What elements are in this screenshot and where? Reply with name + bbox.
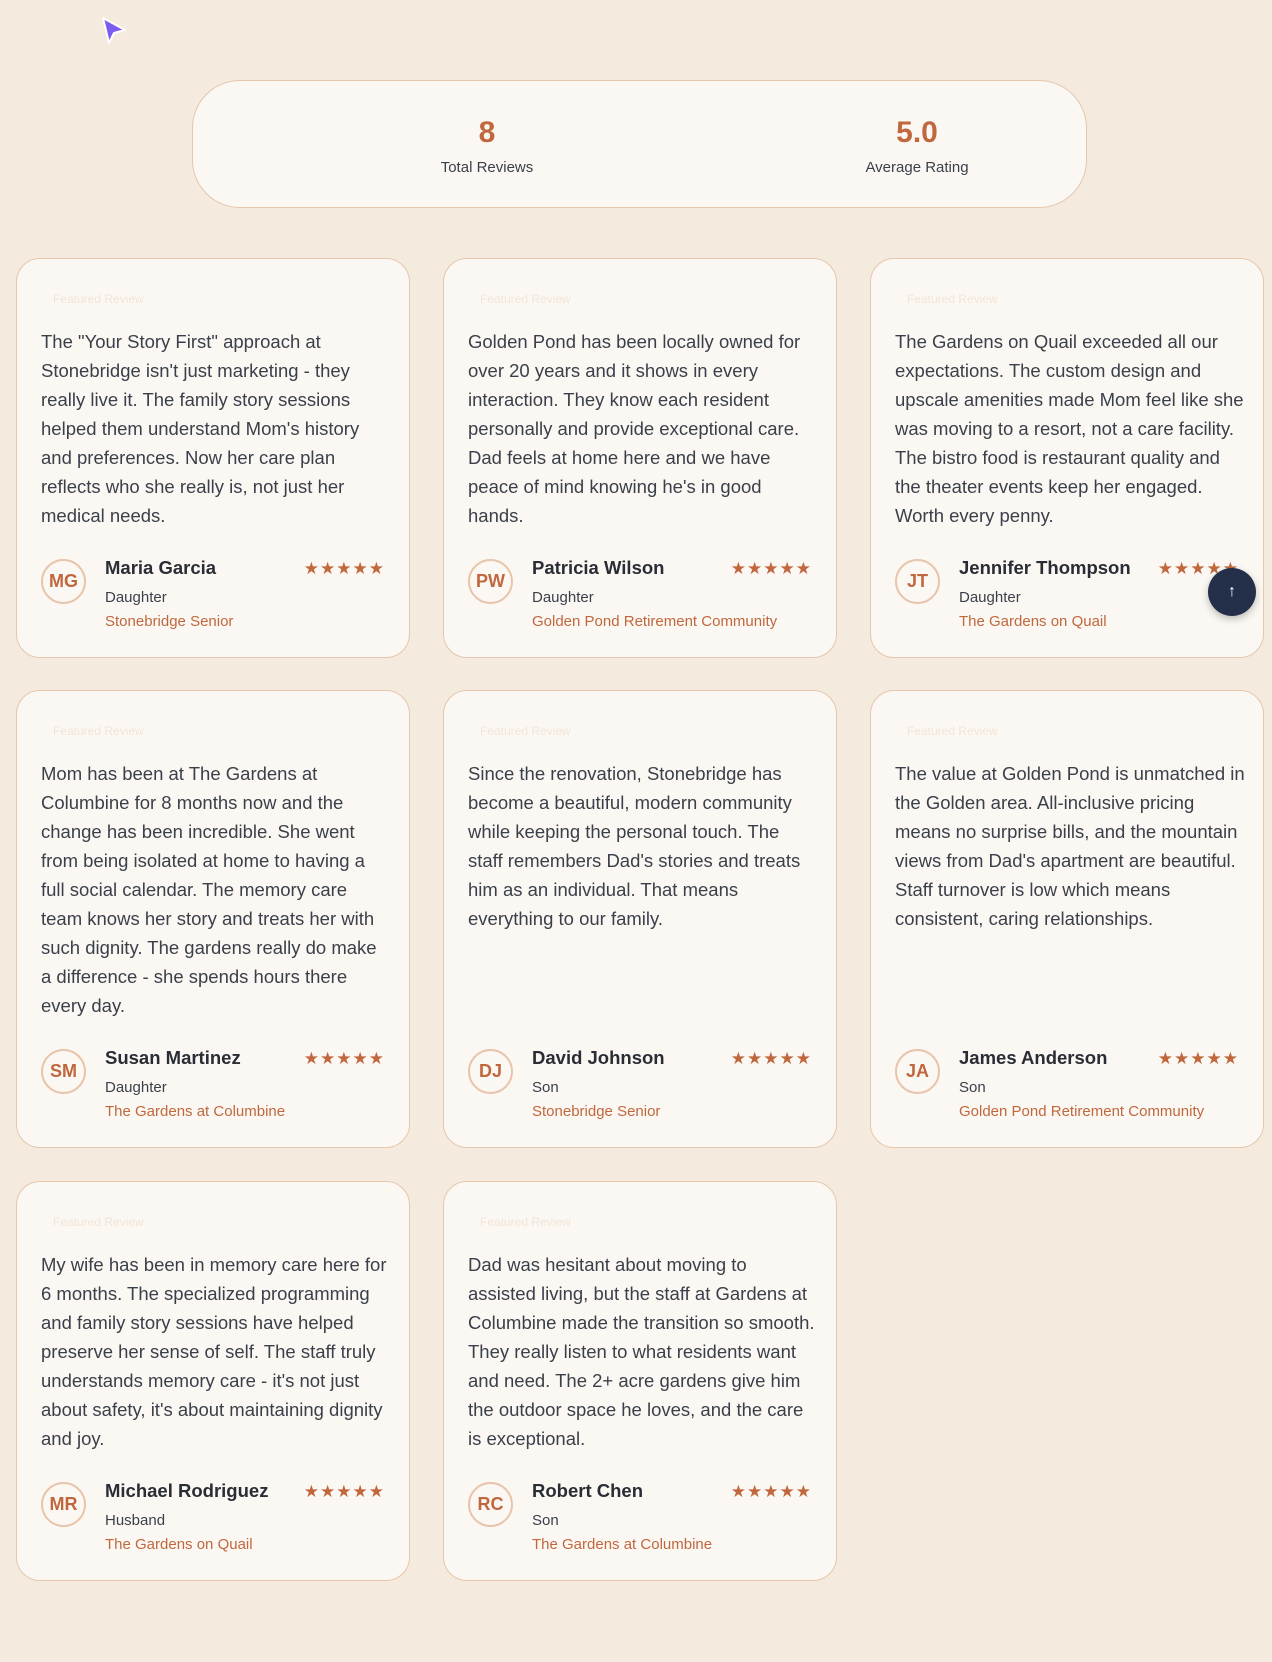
review-quote: Mom has been at The Gardens at Columbine… [41, 763, 377, 1016]
avatar: MR [41, 1482, 86, 1527]
featured-badge: Featured Review [480, 292, 571, 306]
review-card: Featured Review Mom has been at The Gard… [16, 690, 410, 1148]
community-name: The Gardens on Quail [105, 1536, 253, 1553]
reviewer-relation: Daughter [105, 1079, 167, 1096]
review-quote: Golden Pond has been locally owned for o… [468, 331, 801, 526]
average-rating-value: 5.0 [896, 116, 938, 149]
review-card: Featured Review The value at Golden Pond… [870, 690, 1264, 1148]
review-quote: Since the renovation, Stonebridge has be… [468, 763, 801, 929]
reviewer-relation: Husband [105, 1512, 166, 1529]
reviewer-relation: Son [532, 1079, 559, 1096]
total-reviews-value: 8 [478, 116, 496, 149]
community-name: The Gardens at Columbine [532, 1536, 713, 1553]
average-rating-label: Average Rating [865, 159, 969, 176]
avatar: DJ [468, 1049, 513, 1094]
featured-badge: Featured Review [480, 1215, 571, 1229]
featured-badge: Featured Review [53, 292, 144, 306]
community-name: Stonebridge Senior [532, 1103, 661, 1120]
arrow-up-icon: ↑ [1228, 583, 1236, 600]
star-rating: ★★★★★ [730, 1482, 812, 1501]
reviewer-name: James Anderson [959, 1047, 1108, 1068]
featured-badge: Featured Review [907, 724, 998, 738]
community-name: The Gardens on Quail [959, 613, 1107, 630]
review-quote: The "Your Story First" approach at Stone… [41, 331, 360, 526]
average-rating-stat: 5.0 Average Rating [787, 115, 1047, 176]
review-quote: The Gardens on Quail exceeded all our ex… [895, 331, 1244, 526]
star-rating: ★★★★★ [303, 1049, 385, 1068]
reviewer-name: Patricia Wilson [532, 557, 665, 578]
reviewer-relation: Daughter [105, 589, 167, 606]
avatar: MG [41, 559, 86, 604]
featured-badge: Featured Review [53, 724, 144, 738]
total-reviews-label: Total Reviews [440, 159, 534, 176]
community-name: The Gardens at Columbine [105, 1103, 286, 1120]
review-quote: My wife has been in memory care here for… [41, 1254, 387, 1449]
star-rating: ★★★★★ [303, 1482, 385, 1501]
featured-badge: Featured Review [907, 292, 998, 306]
scroll-to-top-button[interactable]: ↑ [1208, 568, 1256, 616]
review-quote: The value at Golden Pond is unmatched in… [895, 763, 1245, 929]
review-card: Featured Review The "Your Story First" a… [16, 258, 410, 658]
reviewer-name: Robert Chen [532, 1480, 643, 1501]
avatar: PW [468, 559, 513, 604]
review-quote: Dad was hesitant about moving to assiste… [468, 1254, 815, 1449]
reviewer-name: Maria Garcia [105, 557, 217, 578]
review-card: Featured Review Dad was hesitant about m… [443, 1181, 837, 1581]
star-rating: ★★★★★ [1157, 1049, 1239, 1068]
reviewer-relation: Daughter [959, 589, 1021, 606]
avatar: JT [895, 559, 940, 604]
review-card: Featured Review Since the renovation, St… [443, 690, 837, 1148]
avatar: SM [41, 1049, 86, 1094]
featured-badge: Featured Review [480, 724, 571, 738]
community-name: Golden Pond Retirement Community [532, 613, 778, 630]
avatar: RC [468, 1482, 513, 1527]
star-rating: ★★★★★ [730, 1049, 812, 1068]
total-reviews-stat: 8 Total Reviews [357, 115, 617, 176]
reviewer-name: Michael Rodriguez [105, 1480, 269, 1501]
reviewer-name: Susan Martinez [105, 1047, 241, 1068]
mouse-cursor-icon [102, 17, 126, 44]
review-card: Featured Review My wife has been in memo… [16, 1181, 410, 1581]
community-name: Stonebridge Senior [105, 613, 234, 630]
reviewer-name: David Johnson [532, 1047, 665, 1068]
review-stats-panel: 8 Total Reviews 5.0 Average Rating [192, 80, 1087, 208]
star-rating: ★★★★★ [303, 559, 385, 578]
review-card: Featured Review The Gardens on Quail exc… [870, 258, 1264, 658]
community-name: Golden Pond Retirement Community [959, 1103, 1205, 1120]
star-rating: ★★★★★ [730, 559, 812, 578]
featured-badge: Featured Review [53, 1215, 144, 1229]
review-card: Featured Review Golden Pond has been loc… [443, 258, 837, 658]
avatar: JA [895, 1049, 940, 1094]
reviewer-relation: Son [959, 1079, 986, 1096]
reviewer-name: Jennifer Thompson [959, 557, 1131, 578]
reviewer-relation: Daughter [532, 589, 594, 606]
reviewer-relation: Son [532, 1512, 559, 1529]
